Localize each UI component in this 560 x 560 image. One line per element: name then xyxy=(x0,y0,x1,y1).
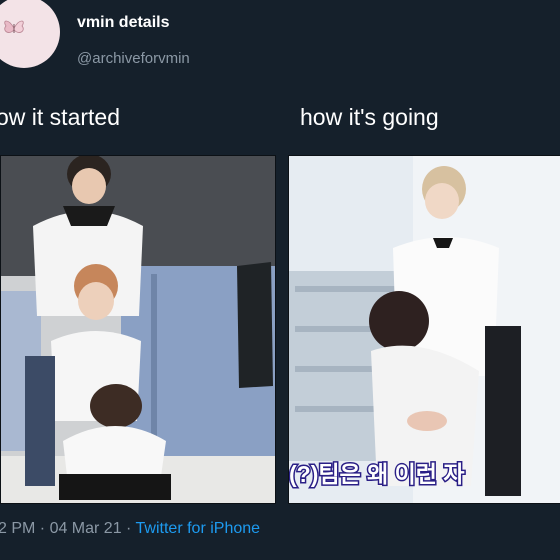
tweet-text-left-caption: ow it started xyxy=(0,104,120,130)
tweet-photo-left[interactable] xyxy=(0,155,276,504)
photo-left-illustration xyxy=(1,156,275,503)
subtitle-part-1: (?)팀은 xyxy=(289,460,362,489)
tweet-source-app[interactable]: Twitter for iPhone xyxy=(136,520,261,537)
butterfly-icon xyxy=(4,20,24,33)
subtitle-part-2: 왜 이런 자 xyxy=(366,460,466,489)
tweet-metadata: 2 PM · 04 Mar 21 · Twitter for iPhone xyxy=(0,520,260,538)
video-subtitle: (?)팀은 왜 이런 자 xyxy=(289,455,560,489)
display-name[interactable]: vmin details xyxy=(77,14,169,32)
avatar[interactable] xyxy=(0,0,60,68)
tweet-photo-right[interactable]: (?)팀은 왜 이런 자 xyxy=(288,155,560,504)
tweet-timestamp[interactable]: 2 PM · 04 Mar 21 · xyxy=(0,520,131,537)
photo-right-illustration xyxy=(289,156,560,503)
tweet-text-right-caption: how it's going xyxy=(300,104,439,130)
user-handle[interactable]: @archiveforvmin xyxy=(77,50,190,67)
